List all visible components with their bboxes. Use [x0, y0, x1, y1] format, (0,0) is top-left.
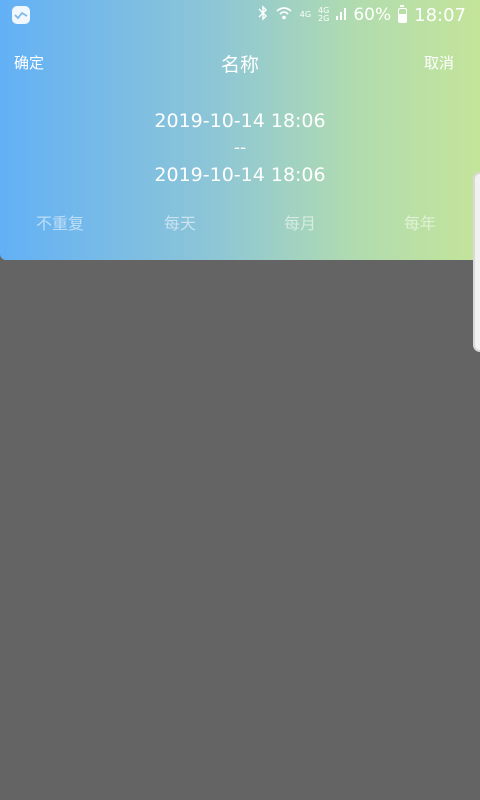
battery-percent: 60% — [353, 5, 392, 25]
clock-time: 18:07 — [414, 4, 466, 26]
start-datetime[interactable]: 2019-10-14 18:06 — [0, 108, 480, 135]
repeat-option-monthly[interactable]: 每月 — [240, 210, 360, 234]
top-panel: 4G 4G 2G 60% 18:07 确定 名称 取消 2019-10-14 1… — [0, 0, 480, 260]
edge-panel-handle[interactable] — [473, 172, 480, 352]
end-datetime[interactable]: 2019-10-14 18:06 — [0, 162, 480, 189]
page-title: 名称 — [220, 54, 259, 76]
date-separator: -- — [233, 138, 247, 158]
bluetooth-icon — [258, 4, 268, 26]
battery-icon — [398, 4, 408, 23]
network-dual-label: 4G 2G — [318, 7, 329, 23]
status-indicators: 4G 4G 2G 60% 18:07 — [258, 4, 466, 26]
repeat-option-daily[interactable]: 每天 — [120, 210, 240, 234]
date-range: 2019-10-14 18:06 -- 2019-10-14 18:06 — [0, 108, 480, 189]
cancel-button[interactable]: 取消 — [424, 52, 454, 73]
network-dual-bottom: 2G — [318, 14, 330, 23]
repeat-option-yearly[interactable]: 每年 — [360, 210, 480, 234]
network-4g-label: 4G — [299, 10, 312, 19]
repeat-option-none[interactable]: 不重复 — [0, 210, 120, 234]
signal-icon — [336, 5, 347, 25]
app-check-icon — [12, 6, 30, 24]
repeat-options: 不重复 每天 每月 每年 — [0, 210, 480, 234]
wifi-icon — [275, 5, 293, 26]
status-bar: 4G 4G 2G 60% 18:07 — [0, 0, 480, 30]
